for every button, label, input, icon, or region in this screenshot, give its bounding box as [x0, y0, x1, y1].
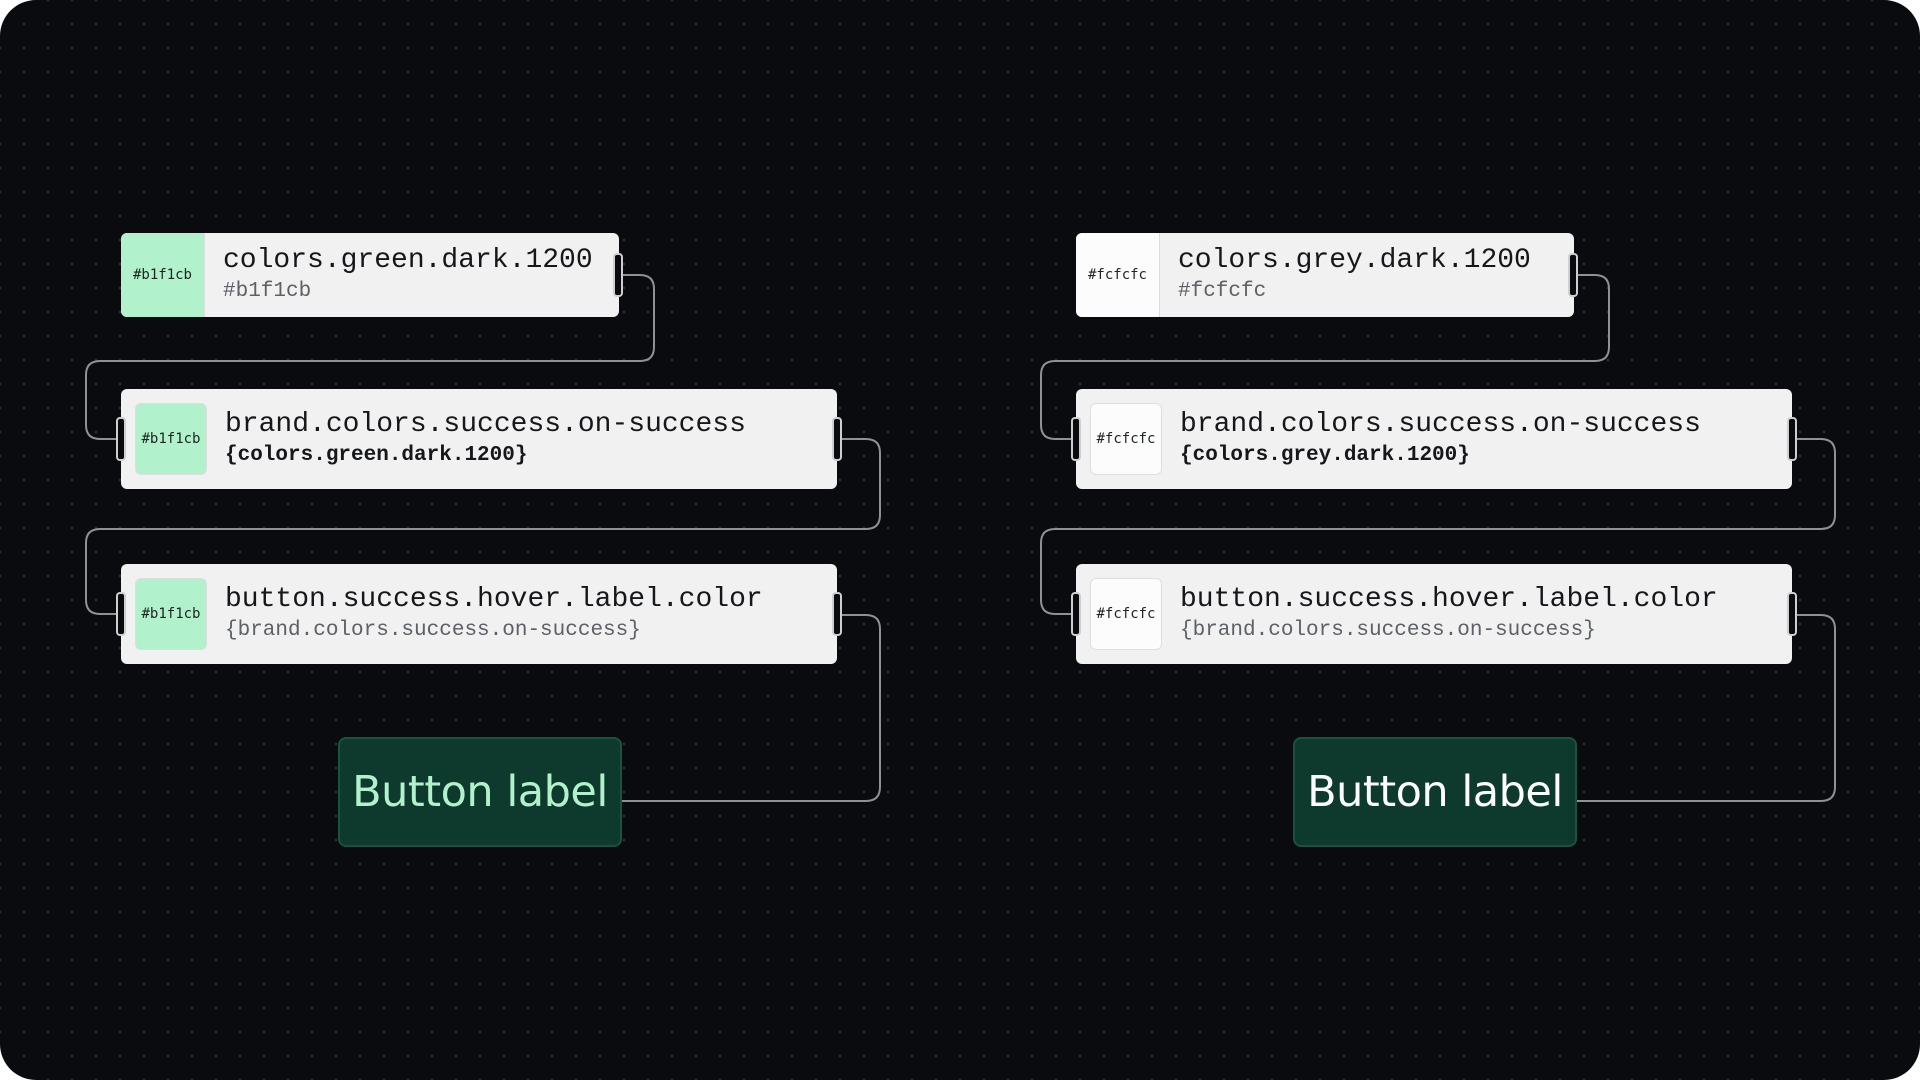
left-preview-button[interactable]: Button label	[338, 737, 622, 847]
left-source-token-card[interactable]: #b1f1cb colors.green.dark.1200 #b1f1cb	[121, 233, 623, 317]
right-component-swatch: #fcfcfc	[1090, 578, 1162, 650]
connector-lines	[85, 274, 1836, 805]
left-component-input-handle[interactable]	[116, 592, 126, 636]
right-brand-token-value: {colors.grey.dark.1200}	[1180, 444, 1470, 467]
right-brand-input-handle[interactable]	[1071, 417, 1081, 461]
left-preview-button-label: Button label	[352, 767, 608, 817]
right-brand-swatch: #fcfcfc	[1090, 403, 1162, 475]
right-source-output-handle[interactable]	[1568, 253, 1578, 297]
left-component-token-card[interactable]: #b1f1cb button.success.hover.label.color…	[116, 564, 842, 664]
left-brand-token-card[interactable]: #b1f1cb brand.colors.success.on-success …	[116, 389, 842, 489]
left-brand-input-handle[interactable]	[116, 417, 126, 461]
left-brand-token-name: brand.colors.success.on-success	[225, 409, 746, 440]
canvas: #b1f1cb colors.green.dark.1200 #b1f1cb #…	[0, 0, 1920, 1080]
right-source-token-value: #fcfcfc	[1178, 280, 1267, 303]
right-preview-button[interactable]: Button label	[1293, 737, 1577, 847]
left-source-output-handle[interactable]	[613, 253, 623, 297]
left-source-token-name: colors.green.dark.1200	[223, 245, 593, 276]
left-brand-token-value: {colors.green.dark.1200}	[225, 444, 528, 467]
left-source-swatch: #b1f1cb	[121, 233, 205, 317]
right-component-token-card[interactable]: #fcfcfc button.success.hover.label.color…	[1071, 564, 1797, 664]
left-component-swatch: #b1f1cb	[135, 578, 207, 650]
left-brand-swatch: #b1f1cb	[135, 403, 207, 475]
right-component-input-handle[interactable]	[1071, 592, 1081, 636]
right-brand-token-card[interactable]: #fcfcfc brand.colors.success.on-success …	[1071, 389, 1797, 489]
right-source-swatch: #fcfcfc	[1076, 233, 1160, 317]
left-component-token-value: {brand.colors.success.on-success}	[225, 619, 641, 642]
right-brand-output-handle[interactable]	[1787, 417, 1797, 461]
right-component-output-handle[interactable]	[1787, 592, 1797, 636]
left-component-token-name: button.success.hover.label.color	[225, 584, 763, 615]
right-source-token-name: colors.grey.dark.1200	[1178, 245, 1531, 276]
left-component-output-handle[interactable]	[832, 592, 842, 636]
left-source-token-value: #b1f1cb	[223, 280, 312, 303]
right-component-token-value: {brand.colors.success.on-success}	[1180, 619, 1596, 642]
left-brand-output-handle[interactable]	[832, 417, 842, 461]
right-preview-button-label: Button label	[1307, 767, 1563, 817]
right-source-token-card[interactable]: #fcfcfc colors.grey.dark.1200 #fcfcfc	[1076, 233, 1578, 317]
right-component-token-name: button.success.hover.label.color	[1180, 584, 1718, 615]
right-brand-token-name: brand.colors.success.on-success	[1180, 409, 1701, 440]
